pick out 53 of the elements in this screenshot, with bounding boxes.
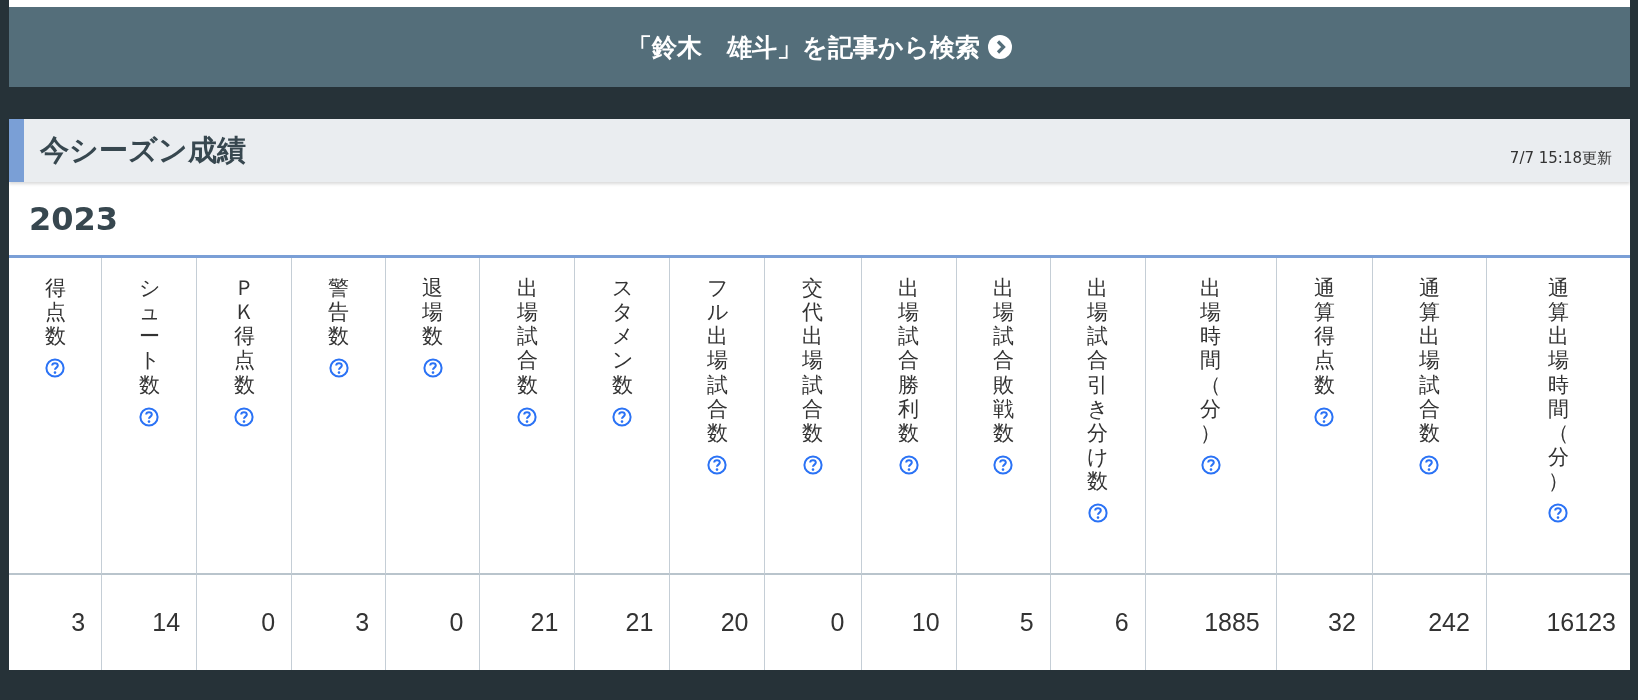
help-icon[interactable] (993, 455, 1014, 475)
help-icon[interactable] (612, 406, 633, 427)
column-header: 出場試合引き分け数 (1087, 276, 1109, 494)
updated-time: 7/7 15:18更新 (1509, 149, 1612, 168)
stat-value: 242 (1428, 608, 1470, 637)
help-icon[interactable] (234, 406, 255, 427)
column-header: 出場時間（分） (1200, 276, 1222, 445)
column-header: スタメン数 (611, 276, 633, 397)
column-header: 通算得点数 (1313, 276, 1335, 397)
stat-value: 3 (355, 608, 370, 637)
help-icon[interactable] (803, 455, 823, 475)
column-header: 出場試合勝利数 (898, 276, 920, 445)
help-icon[interactable] (707, 455, 728, 475)
column-header: ＰＫ得点数 (233, 276, 255, 397)
stat-value: 0 (449, 608, 464, 637)
stat-value: 0 (830, 608, 845, 637)
help-icon[interactable] (1419, 455, 1440, 475)
help-icon[interactable] (1200, 455, 1221, 475)
help-icon[interactable] (517, 406, 538, 427)
stat-value: 16123 (1546, 608, 1616, 637)
column-header: 交代出場試合数 (802, 276, 824, 445)
chevron-right-icon (988, 35, 1012, 59)
help-icon[interactable] (1314, 406, 1335, 427)
help-icon[interactable] (1548, 503, 1569, 524)
help-icon[interactable] (328, 358, 349, 379)
help-icon[interactable] (1087, 503, 1108, 524)
search-articles-link[interactable]: 「鈴木 雄斗」を記事から検索 (9, 7, 1630, 87)
column-header: フル出場試合数 (706, 276, 728, 445)
help-icon[interactable] (139, 406, 160, 427)
season-year: 2023 (9, 182, 1630, 258)
column-header: 通算出場時間（分） (1547, 276, 1569, 494)
column-header: 出場試合敗戦数 (992, 276, 1014, 445)
stat-value: 6 (1114, 608, 1129, 637)
column-header: シュート数 (138, 276, 160, 397)
column-header: 出場試合数 (516, 276, 538, 397)
help-icon[interactable] (898, 455, 919, 475)
column-header: 退場数 (422, 276, 444, 349)
stat-value: 5 (1019, 608, 1034, 637)
stat-value: 32 (1328, 608, 1356, 637)
section-title: 今シーズン成績 (40, 131, 246, 169)
help-icon[interactable] (422, 358, 443, 379)
stat-value: 10 (911, 608, 940, 637)
column-header: 通算出場試合数 (1418, 276, 1440, 445)
column-header: 得点数 (44, 276, 66, 349)
help-icon[interactable] (45, 358, 65, 379)
stat-value: 20 (720, 608, 749, 637)
stat-value: 21 (530, 608, 559, 637)
stat-value: 3 (71, 608, 86, 637)
stat-value: 0 (261, 608, 276, 637)
stat-value: 14 (152, 608, 181, 637)
column-header: 警告数 (328, 276, 350, 349)
stat-value: 1885 (1204, 608, 1260, 637)
stat-value: 21 (625, 608, 654, 637)
